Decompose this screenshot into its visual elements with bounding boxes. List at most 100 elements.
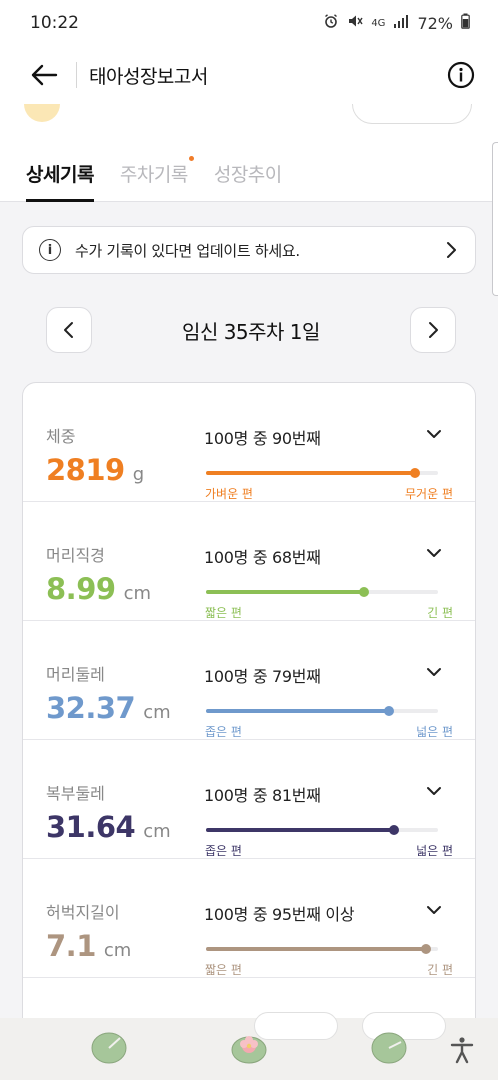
leaf-icon[interactable] [90,1028,128,1066]
measurement-label: 허벅지길이 [46,903,120,922]
range-low-label: 좁은 편 [205,844,242,858]
percentile-marker [421,944,432,954]
measurement-unit: g [132,464,145,485]
chevron-down-icon [427,430,441,438]
tab-growth-trend[interactable]: 성장추이 [214,160,282,202]
range-low-label: 짧은 편 [205,606,242,620]
measurement-value: 32.37 cm [46,691,171,725]
percentile-fill [206,828,394,832]
measurement-unit: cm [143,702,171,723]
network-label: 4G [371,17,386,29]
measurement-number: 7.1 [46,929,96,963]
baby-avatar [24,104,60,122]
expand-button[interactable] [423,423,445,445]
percentile-rank-text: 100명 중 95번째 이상 [204,905,355,924]
measurement-number: 2819 [46,453,125,487]
page-title: 태아성장보고서 [89,65,208,88]
percentile-rank-text: 100명 중 68번째 [204,548,321,567]
leaf-icon[interactable] [370,1028,408,1066]
measurement-label: 머리둘레 [46,665,105,684]
measurement-unit: cm [123,583,151,604]
accessibility-icon[interactable] [448,1036,476,1064]
measurement-label: 체중 [46,427,76,446]
week-navigator: 임신 35주차 1일 [46,306,456,354]
measurement-card: 체중 2819 g 100명 중 90번째 가벼운 편 무거운 편 머리직경 8… [22,382,476,1042]
measurement-label: 복부둘레 [46,784,105,803]
back-button[interactable] [28,59,60,91]
measurement-unit: cm [143,821,171,842]
update-notice-banner[interactable]: i 수가 기록이 있다면 업데이트 하세요. [22,226,476,274]
lotus-icon[interactable] [230,1028,268,1066]
percentile-track [206,468,438,478]
tab-detail-record[interactable]: 상세기록 [26,160,94,202]
info-circle-icon: i [39,239,61,261]
status-icons: 4G 72% [323,13,470,33]
measurement-value: 2819 g [46,453,144,487]
chevron-down-icon [427,549,441,557]
status-bar: 10:22 4G 72% [0,0,498,46]
chevron-down-icon [427,787,441,795]
bottom-bar [0,1012,498,1080]
range-low-label: 짧은 편 [205,963,242,977]
chevron-down-icon [427,906,441,914]
percentile-rank-text: 100명 중 79번째 [204,667,321,686]
percentile-rank-text: 100명 중 81번째 [204,786,321,805]
expand-button[interactable] [423,661,445,683]
measurement-number: 32.37 [46,691,136,725]
notice-text: 수가 기록이 있다면 업데이트 하세요. [75,241,300,260]
alarm-icon [323,13,339,33]
range-low-label: 좁은 편 [205,725,242,739]
chevron-down-icon [427,668,441,676]
battery-percent: 72% [417,13,453,33]
profile-pill-button[interactable] [352,104,472,124]
measurement-unit: cm [103,940,132,961]
percentile-fill [206,709,390,713]
edge-panel-handle[interactable] [492,142,498,296]
profile-strip-partial [0,104,498,134]
measurement-value: 31.64 cm [46,810,171,844]
percentile-fill [206,471,415,475]
week-label: 임신 35주차 1일 [182,319,320,344]
percentile-marker [388,825,399,835]
percentile-track [206,706,438,716]
mute-icon [347,13,363,33]
measurement-label: 머리직경 [46,546,105,565]
chevron-right-icon [441,240,461,260]
percentile-marker [409,468,420,478]
range-high-label: 긴 편 [427,963,453,977]
percentile-fill [206,590,364,594]
info-button[interactable] [446,60,476,90]
tab-bar: 상세기록 주차기록 성장추이 [0,134,498,202]
prev-week-button[interactable] [46,307,92,353]
status-time: 10:22 [30,13,79,33]
measurement-row-abdominal-circumference: 복부둘레 31.64 cm 100명 중 81번째 좁은 편 넓은 편 [23,740,475,859]
tab-weekly-record[interactable]: 주차기록 [119,156,194,202]
header-divider [76,62,77,88]
tab-label: 성장추이 [213,164,282,186]
info-icon [447,61,475,89]
percentile-rank-text: 100명 중 90번째 [204,429,321,448]
tab-label: 주차기록 [119,164,188,186]
percentile-fill [206,947,427,951]
range-high-label: 넓은 편 [416,844,453,858]
measurement-value: 8.99 cm [46,572,151,606]
measurement-row-head-circumference: 머리둘레 32.37 cm 100명 중 79번째 좁은 편 넓은 편 [23,621,475,740]
measurement-row-weight: 체중 2819 g 100명 중 90번째 가벼운 편 무거운 편 [23,383,475,502]
range-high-label: 무거운 편 [405,487,453,501]
expand-button[interactable] [423,542,445,564]
range-low-label: 가벼운 편 [205,487,253,501]
measurement-value: 7.1 cm [46,929,131,963]
range-high-label: 넓은 편 [416,725,453,739]
signal-icon [393,14,409,32]
back-arrow-icon [31,64,58,86]
expand-button[interactable] [423,899,445,921]
percentile-track [206,944,438,954]
chevron-right-icon [428,322,438,338]
next-week-button[interactable] [409,307,456,353]
percentile-track [206,587,438,597]
expand-button[interactable] [423,780,445,802]
measurement-number: 8.99 [46,572,116,606]
new-dot-badge [188,156,194,161]
range-high-label: 긴 편 [427,606,453,620]
app-header: 태아성장보고서 [0,46,498,104]
